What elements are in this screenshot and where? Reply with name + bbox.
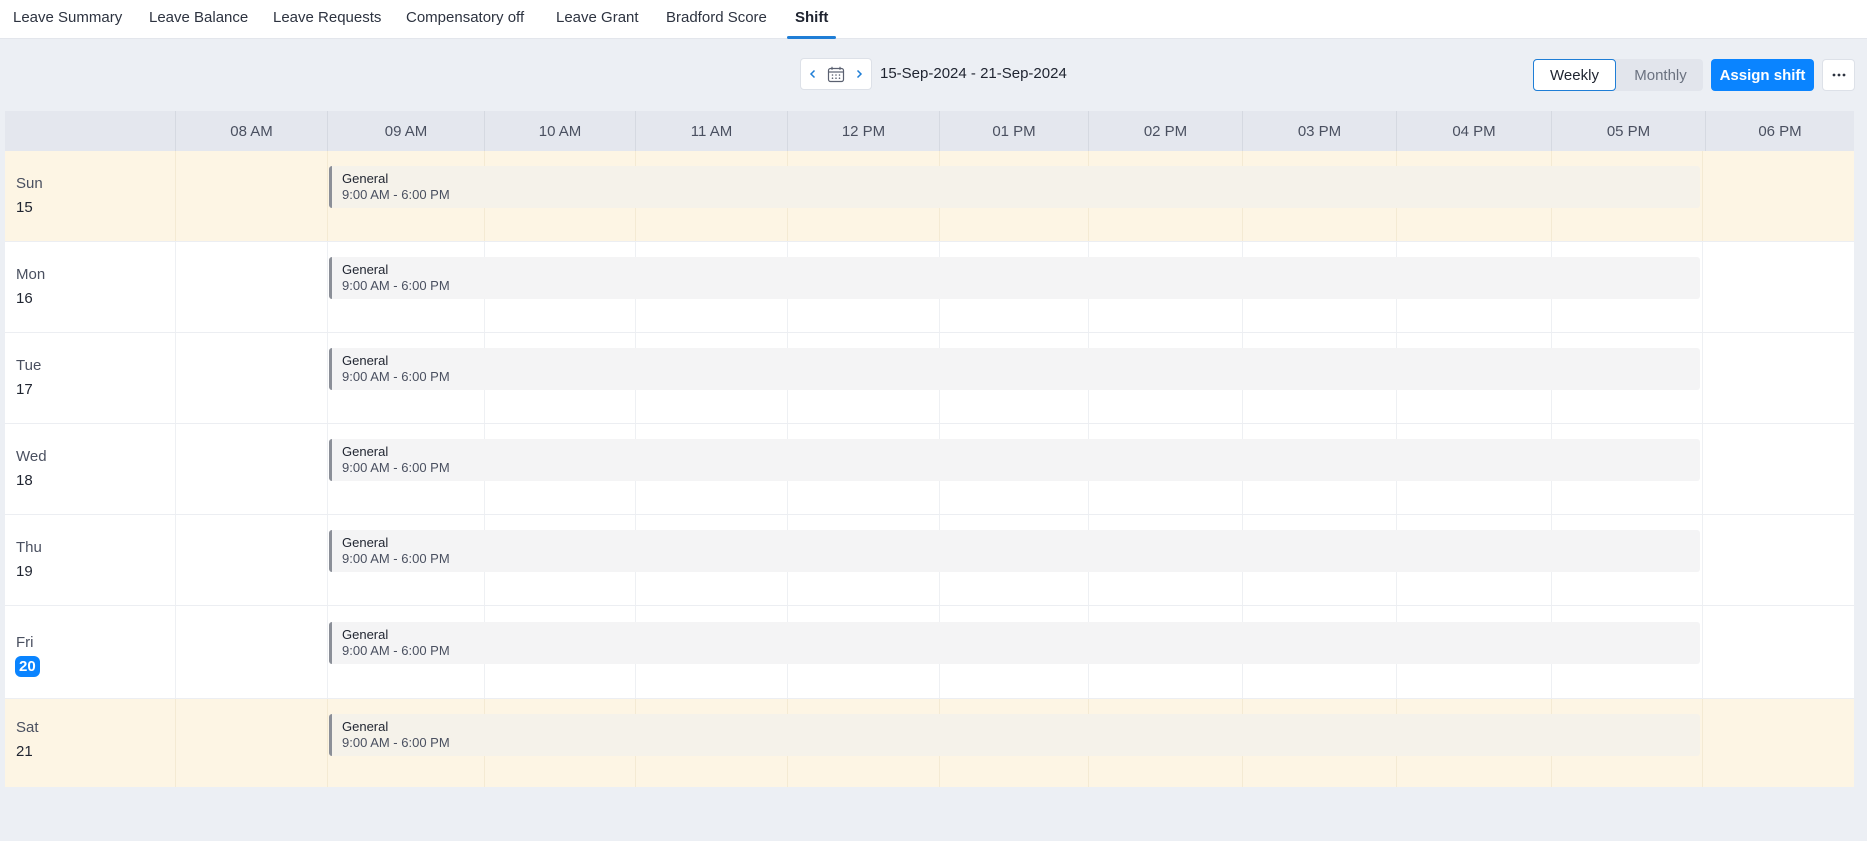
day-row-sun: Sun 15 General 9:00 AM - 6:00 PM: [5, 151, 1854, 242]
day-name: Thu: [16, 539, 42, 556]
more-options-button[interactable]: [1822, 59, 1855, 91]
shift-name: General: [342, 171, 389, 186]
shift-time: 9:00 AM - 6:00 PM: [342, 187, 450, 202]
shift-name: General: [342, 444, 389, 459]
shift-time: 9:00 AM - 6:00 PM: [342, 643, 450, 658]
shift-block[interactable]: General 9:00 AM - 6:00 PM: [329, 439, 1700, 481]
tab-shift[interactable]: Shift: [786, 9, 837, 39]
chevron-right-icon: [856, 69, 863, 79]
time-header-08am: 08 AM: [175, 111, 327, 151]
shift-block[interactable]: General 9:00 AM - 6:00 PM: [329, 714, 1700, 756]
assign-shift-button[interactable]: Assign shift: [1711, 59, 1814, 91]
day-row-wed: Wed 18 General 9:00 AM - 6:00 PM: [5, 424, 1854, 515]
day-row-fri: Fri 20 General 9:00 AM - 6:00 PM: [5, 606, 1854, 699]
time-header-09am: 09 AM: [327, 111, 484, 151]
time-header-row: 08 AM 09 AM 10 AM 11 AM 12 PM 01 PM 02 P…: [5, 111, 1854, 151]
weekly-view-button[interactable]: Weekly: [1533, 59, 1616, 91]
day-number: 18: [16, 472, 33, 489]
calendar-icon[interactable]: [827, 66, 845, 83]
shift-time: 9:00 AM - 6:00 PM: [342, 735, 450, 750]
day-name: Tue: [16, 357, 42, 374]
shift-block[interactable]: General 9:00 AM - 6:00 PM: [329, 348, 1700, 390]
shift-block[interactable]: General 9:00 AM - 6:00 PM: [329, 530, 1700, 572]
tab-compensatory-off[interactable]: Compensatory off: [406, 9, 524, 39]
day-name: Sun: [16, 175, 43, 192]
shift-name: General: [342, 535, 389, 550]
day-number: 19: [16, 563, 33, 580]
schedule-body: Sun 15 General 9:00 AM - 6:00 PM Mon 16 …: [5, 151, 1854, 787]
shift-time: 9:00 AM - 6:00 PM: [342, 369, 450, 384]
day-name: Mon: [16, 266, 46, 283]
time-header-03pm: 03 PM: [1242, 111, 1396, 151]
today-badge: 20: [15, 656, 40, 677]
day-row-thu: Thu 19 General 9:00 AM - 6:00 PM: [5, 515, 1854, 606]
view-toggle: Weekly Monthly: [1533, 59, 1703, 91]
top-tab-bar: Leave Summary Leave Balance Leave Reques…: [0, 0, 1867, 39]
monthly-view-button[interactable]: Monthly: [1618, 59, 1703, 91]
tab-leave-summary[interactable]: Leave Summary: [13, 9, 122, 39]
shift-block[interactable]: General 9:00 AM - 6:00 PM: [329, 622, 1700, 664]
time-header-12pm: 12 PM: [787, 111, 939, 151]
time-header-05pm: 05 PM: [1551, 111, 1705, 151]
shift-name: General: [342, 627, 389, 642]
time-header-10am: 10 AM: [484, 111, 635, 151]
day-column-header: [5, 111, 175, 151]
day-name: Wed: [16, 448, 47, 465]
day-number: 17: [16, 381, 33, 398]
time-header-06pm: 06 PM: [1705, 111, 1854, 151]
shift-block[interactable]: General 9:00 AM - 6:00 PM: [329, 257, 1700, 299]
tab-bradford-score[interactable]: Bradford Score: [666, 9, 767, 39]
tab-leave-requests[interactable]: Leave Requests: [273, 9, 381, 39]
chevron-left-icon: [809, 69, 816, 79]
shift-name: General: [342, 719, 389, 734]
previous-week-button[interactable]: [801, 59, 825, 89]
shift-name: General: [342, 262, 389, 277]
time-header-04pm: 04 PM: [1396, 111, 1551, 151]
day-name: Fri: [16, 634, 34, 651]
tab-leave-grant[interactable]: Leave Grant: [556, 9, 639, 39]
time-header-01pm: 01 PM: [939, 111, 1088, 151]
day-name: Sat: [16, 719, 39, 736]
shift-time: 9:00 AM - 6:00 PM: [342, 278, 450, 293]
day-row-tue: Tue 17 General 9:00 AM - 6:00 PM: [5, 333, 1854, 424]
next-week-button[interactable]: [847, 59, 871, 89]
shift-name: General: [342, 353, 389, 368]
time-header-02pm: 02 PM: [1088, 111, 1242, 151]
day-number: 16: [16, 290, 33, 307]
shift-time: 9:00 AM - 6:00 PM: [342, 460, 450, 475]
time-header-11am: 11 AM: [635, 111, 787, 151]
shift-block[interactable]: General 9:00 AM - 6:00 PM: [329, 166, 1700, 208]
tab-leave-balance[interactable]: Leave Balance: [149, 9, 248, 39]
day-number: 21: [16, 743, 33, 760]
date-range-label: 15-Sep-2024 - 21-Sep-2024: [880, 65, 1067, 82]
day-number: 15: [16, 199, 33, 216]
shift-time: 9:00 AM - 6:00 PM: [342, 551, 450, 566]
more-horizontal-icon: [1832, 73, 1845, 77]
day-row-mon: Mon 16 General 9:00 AM - 6:00 PM: [5, 242, 1854, 333]
date-navigator: [800, 58, 872, 90]
shift-schedule-grid: 08 AM 09 AM 10 AM 11 AM 12 PM 01 PM 02 P…: [5, 111, 1854, 787]
day-row-sat: Sat 21 General 9:00 AM - 6:00 PM: [5, 699, 1854, 787]
